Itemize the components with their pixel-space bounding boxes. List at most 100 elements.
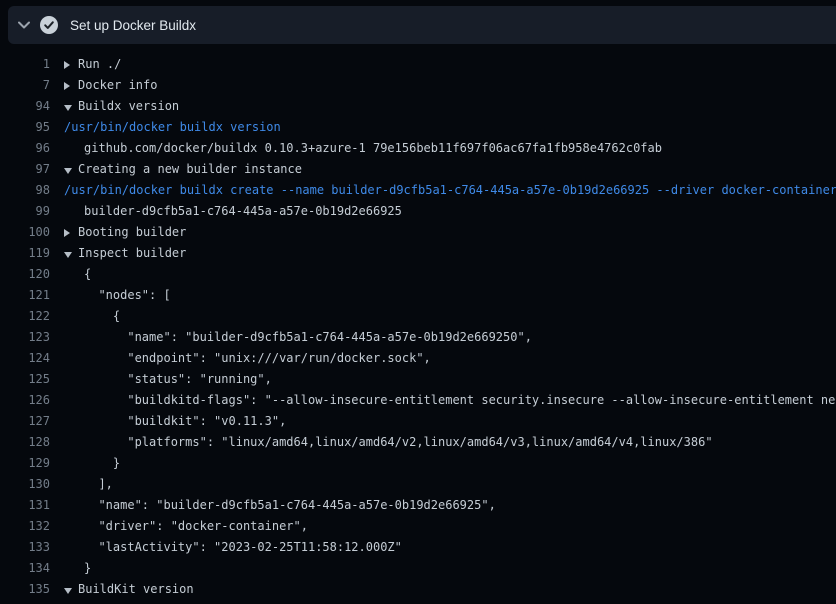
disclosure-triangle-icon [64,82,70,90]
log-line-content[interactable]: Creating a new builder instance [64,159,302,180]
log-line-content[interactable]: Run ./ [64,54,121,75]
disclosure-triangle-icon [64,229,70,237]
log-line-content: "name": "builder-d9cfb5a1-c764-445a-a57e… [64,327,532,348]
disclosure-triangle-icon [64,252,72,258]
log-line: 7 Docker info [0,75,836,96]
log-line-text: Booting builder [78,222,186,243]
disclosure-triangle-icon [64,168,72,174]
check-circle-icon [40,16,58,34]
chevron-down-icon[interactable] [18,19,30,31]
disclosure-triangle [64,166,78,174]
log-line-number[interactable]: 120 [0,264,50,285]
log-line-number[interactable]: 96 [0,138,50,159]
log-line-content: "name": "builder-d9cfb5a1-c764-445a-a57e… [64,495,496,516]
log-line-text: "nodes": [ [84,285,171,306]
log-line-text: /usr/bin/docker buildx version [64,117,281,138]
log-line: 132 "driver": "docker-container", [0,516,836,537]
log-line: 119 Inspect builder [0,243,836,264]
log-line-content: "lastActivity": "2023-02-25T11:58:12.000… [64,537,402,558]
step-header[interactable]: Set up Docker Buildx [8,6,836,44]
log-line-text: } [84,558,91,579]
log-line: 121 "nodes": [ [0,285,836,306]
log-line-number[interactable]: 94 [0,96,50,117]
log-line-content: "endpoint": "unix:///var/run/docker.sock… [64,348,431,369]
log-line-text: Creating a new builder instance [78,159,302,180]
log-line: 120 { [0,264,836,285]
log-line-number[interactable]: 97 [0,159,50,180]
log-line-number[interactable]: 7 [0,75,50,96]
log-line-content: { [64,306,120,327]
log-line-content: github.com/docker/buildx 0.10.3+azure-1 … [64,138,662,159]
log-line-content: /usr/bin/docker buildx version [64,117,281,138]
log-line-number[interactable]: 99 [0,201,50,222]
log-line: 125 "status": "running", [0,369,836,390]
disclosure-triangle [64,229,78,237]
disclosure-triangle [64,586,78,594]
log-line-number[interactable]: 126 [0,390,50,411]
log-line-text: "status": "running", [84,369,272,390]
log-line-content: builder-d9cfb5a1-c764-445a-a57e-0b19d2e6… [64,201,402,222]
log-line-text: github.com/docker/buildx 0.10.3+azure-1 … [84,138,662,159]
log-line: 98 /usr/bin/docker buildx create --name … [0,180,836,201]
log-line-content: "platforms": "linux/amd64,linux/amd64/v2… [64,432,713,453]
log-line-number[interactable]: 121 [0,285,50,306]
log-line-number[interactable]: 123 [0,327,50,348]
log-line-content: } [64,558,91,579]
log-line: 130 ], [0,474,836,495]
disclosure-triangle [64,103,78,111]
log-line-number[interactable]: 98 [0,180,50,201]
log-line: 134 } [0,558,836,579]
log-line-text: "name": "builder-d9cfb5a1-c764-445a-a57e… [84,495,496,516]
log-line-number[interactable]: 127 [0,411,50,432]
disclosure-triangle-icon [64,61,70,69]
log-line-content[interactable]: Docker info [64,75,157,96]
disclosure-triangle [64,82,78,90]
log-line-content: /usr/bin/docker buildx create --name bui… [64,180,836,201]
log-line-content[interactable]: Buildx version [64,96,179,117]
log-line-number[interactable]: 130 [0,474,50,495]
log-line-number[interactable]: 125 [0,369,50,390]
log-line-number[interactable]: 134 [0,558,50,579]
log-line-number[interactable]: 132 [0,516,50,537]
log-line-number[interactable]: 128 [0,432,50,453]
log-line-text: Inspect builder [78,243,186,264]
log-line: 123 "name": "builder-d9cfb5a1-c764-445a-… [0,327,836,348]
log-line: 133 "lastActivity": "2023-02-25T11:58:12… [0,537,836,558]
log-line-number[interactable]: 119 [0,243,50,264]
log-line-number[interactable]: 136 [0,600,50,604]
log-line-number[interactable]: 129 [0,453,50,474]
log-line-content: "status": "running", [64,369,272,390]
log-line: 136 builder-d9cfb5a1-c764-445a-a57e-0b19… [0,600,836,604]
log-line-text: "lastActivity": "2023-02-25T11:58:12.000… [84,537,402,558]
log-line: 94 Buildx version [0,96,836,117]
log-line: 131 "name": "builder-d9cfb5a1-c764-445a-… [0,495,836,516]
log-line-text: builder-d9cfb5a1-c764-445a-a57e-0b19d2e6… [84,201,402,222]
disclosure-triangle-icon [64,105,72,111]
log-line-number[interactable]: 133 [0,537,50,558]
log-line-text: builder-d9cfb5a1-c764-445a-a57e-0b19d2e6… [84,600,474,604]
log-line: 129 } [0,453,836,474]
log-line-text: "buildkitd-flags": "--allow-insecure-ent… [84,390,836,411]
log-line-content[interactable]: Inspect builder [64,243,186,264]
log-line: 100 Booting builder [0,222,836,243]
log-line-text: Buildx version [78,96,179,117]
log-line-number[interactable]: 1 [0,54,50,75]
log-line-content: } [64,453,120,474]
log-line-content[interactable]: Booting builder [64,222,186,243]
log-line-content[interactable]: BuildKit version [64,579,194,600]
log-line: 135 BuildKit version [0,579,836,600]
log-line-text: "driver": "docker-container", [84,516,308,537]
log-line-number[interactable]: 100 [0,222,50,243]
log-line-content: { [64,264,91,285]
log-line-number[interactable]: 122 [0,306,50,327]
log-line-text: "endpoint": "unix:///var/run/docker.sock… [84,348,431,369]
log-line-text: ], [84,474,113,495]
log-line-text: Docker info [78,75,157,96]
log-line-number[interactable]: 124 [0,348,50,369]
log-line: 97 Creating a new builder instance [0,159,836,180]
log-line-number[interactable]: 131 [0,495,50,516]
log-line-number[interactable]: 135 [0,579,50,600]
log-line-text: /usr/bin/docker buildx create --name bui… [64,180,836,201]
log-line-number[interactable]: 95 [0,117,50,138]
log-line-content: ], [64,474,113,495]
